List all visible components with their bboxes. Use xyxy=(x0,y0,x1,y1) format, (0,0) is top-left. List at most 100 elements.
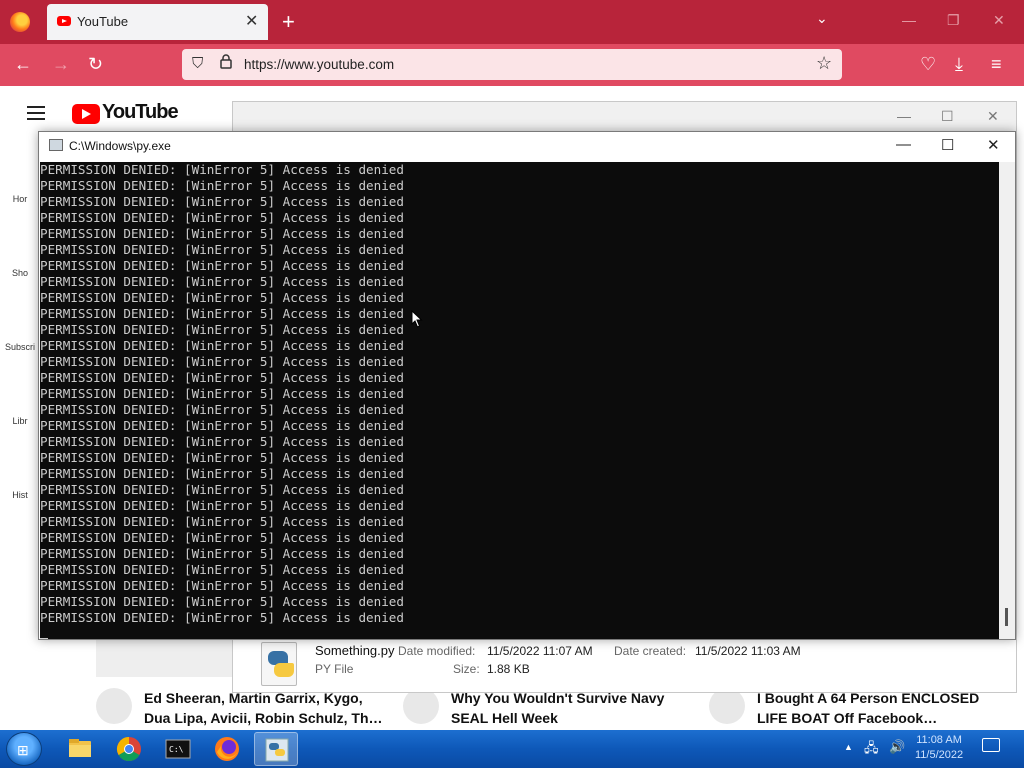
lock-icon[interactable] xyxy=(220,54,232,72)
console-line: PERMISSION DENIED: [WinError 5] Access i… xyxy=(40,210,404,225)
console-line: PERMISSION DENIED: [WinError 5] Access i… xyxy=(40,546,404,561)
console-scrollbar[interactable] xyxy=(999,162,1015,639)
date-modified-value: 11/5/2022 11:07 AM xyxy=(487,644,593,658)
file-explorer-taskbar-icon[interactable] xyxy=(58,732,102,766)
sidebar-item-library[interactable]: Libr xyxy=(0,416,40,426)
console-taskbar-icon[interactable]: C:\ xyxy=(156,732,200,766)
text-cursor xyxy=(40,638,48,639)
file-type: PY File xyxy=(315,662,354,676)
youtube-logo-icon[interactable] xyxy=(72,104,100,124)
date-modified-label: Date modified: xyxy=(398,644,476,658)
back-button[interactable]: ← xyxy=(14,54,32,75)
browser-close-button[interactable]: ✕ xyxy=(993,12,1005,29)
console-line: PERMISSION DENIED: [WinError 5] Access i… xyxy=(40,354,404,369)
url-text[interactable]: https://www.youtube.com xyxy=(244,57,394,72)
tab-list-chevron-icon[interactable]: ⌄ xyxy=(816,10,828,27)
browser-tab-bar: YouTube ✕ + ⌄ — ❐ ✕ xyxy=(0,0,1024,44)
console-line: PERMISSION DENIED: [WinError 5] Access i… xyxy=(40,338,404,353)
taskbar-clock[interactable]: 11:08 AM 11/5/2022 xyxy=(915,733,963,763)
console-line: PERMISSION DENIED: [WinError 5] Access i… xyxy=(40,418,404,433)
sidebar-item-shorts[interactable]: Sho xyxy=(0,268,40,278)
file-name: Something.py xyxy=(315,643,395,658)
console-line: PERMISSION DENIED: [WinError 5] Access i… xyxy=(40,610,404,625)
volume-icon[interactable]: 🔊 xyxy=(889,739,905,755)
video-title[interactable]: Why You Wouldn't Survive Navy SEAL Hell W… xyxy=(451,688,664,728)
browser-restore-button[interactable]: ❐ xyxy=(947,12,960,29)
console-line: PERMISSION DENIED: [WinError 5] Access i… xyxy=(40,402,404,417)
console-line: PERMISSION DENIED: [WinError 5] Access i… xyxy=(40,450,404,465)
pocket-icon[interactable]: ♡ xyxy=(920,54,936,75)
date-created-label: Date created: xyxy=(614,644,687,658)
python-taskbar-icon[interactable] xyxy=(254,732,298,766)
bookmark-star-icon[interactable]: ☆ xyxy=(816,53,832,74)
details-pane: Something.py Date modified: 11/5/2022 11… xyxy=(233,632,1016,692)
size-value: 1.88 KB xyxy=(487,662,530,676)
console-line: PERMISSION DENIED: [WinError 5] Access i… xyxy=(40,498,404,513)
youtube-favicon-icon xyxy=(57,16,71,26)
sidebar-item-home[interactable]: Hor xyxy=(0,194,40,204)
console-line: PERMISSION DENIED: [WinError 5] Access i… xyxy=(40,194,404,209)
console-line: PERMISSION DENIED: [WinError 5] Access i… xyxy=(40,226,404,241)
date-created-value: 11/5/2022 11:03 AM xyxy=(695,644,801,658)
app-menu-icon[interactable]: ≡ xyxy=(991,54,1002,75)
console-output[interactable]: PERMISSION DENIED: [WinError 5] Access i… xyxy=(40,162,999,639)
console-line: PERMISSION DENIED: [WinError 5] Access i… xyxy=(40,530,404,545)
video-thumbnail[interactable] xyxy=(96,637,236,677)
start-button[interactable]: ⊞ xyxy=(6,732,42,766)
explorer-minimize-button[interactable]: — xyxy=(897,108,911,124)
console-line: PERMISSION DENIED: [WinError 5] Access i… xyxy=(40,258,404,273)
console-line: PERMISSION DENIED: [WinError 5] Access i… xyxy=(40,370,404,385)
explorer-close-button[interactable]: ✕ xyxy=(987,108,999,125)
windows-logo-icon: ⊞ xyxy=(17,742,29,758)
console-close-button[interactable]: ✕ xyxy=(987,136,1000,154)
tab-close-button[interactable]: ✕ xyxy=(245,11,258,31)
reload-button[interactable]: ↻ xyxy=(88,54,103,75)
browser-minimize-button[interactable]: — xyxy=(902,12,916,28)
console-text: PERMISSION DENIED: [WinError 5] Access i… xyxy=(40,162,404,626)
console-line: PERMISSION DENIED: [WinError 5] Access i… xyxy=(40,274,404,289)
sidebar-item-history[interactable]: Hist xyxy=(0,490,40,500)
explorer-restore-button[interactable]: ☐ xyxy=(941,108,954,125)
console-line: PERMISSION DENIED: [WinError 5] Access i… xyxy=(40,290,404,305)
forward-button[interactable]: → xyxy=(52,54,70,75)
sidebar-item-subscriptions[interactable]: Subscri xyxy=(0,342,40,352)
size-label: Size: xyxy=(453,662,480,676)
console-line: PERMISSION DENIED: [WinError 5] Access i… xyxy=(40,578,404,593)
chrome-taskbar-icon[interactable] xyxy=(107,732,151,766)
video-title[interactable]: I Bought A 64 Person ENCLOSED LIFE BOAT O… xyxy=(757,688,979,728)
tab-title: YouTube xyxy=(77,14,129,29)
python-file-icon xyxy=(261,642,297,686)
firefox-taskbar-icon[interactable] xyxy=(205,732,249,766)
mouse-pointer-icon xyxy=(411,309,423,333)
channel-avatar[interactable] xyxy=(403,688,439,724)
console-line: PERMISSION DENIED: [WinError 5] Access i… xyxy=(40,322,404,337)
youtube-logo-text[interactable]: YouTube xyxy=(102,101,179,124)
console-line: PERMISSION DENIED: [WinError 5] Access i… xyxy=(40,562,404,577)
tab-youtube[interactable]: YouTube ✕ xyxy=(47,4,268,40)
url-bar[interactable]: ⛉ https://www.youtube.com ☆ xyxy=(182,49,842,80)
console-line: PERMISSION DENIED: [WinError 5] Access i… xyxy=(40,466,404,481)
console-line: PERMISSION DENIED: [WinError 5] Access i… xyxy=(40,306,404,321)
console-app-icon xyxy=(49,139,63,151)
clock-date: 11/5/2022 xyxy=(915,749,964,761)
console-title: C:\Windows\py.exe xyxy=(69,139,171,153)
svg-text:C:\: C:\ xyxy=(169,745,184,754)
console-maximize-button[interactable]: ☐ xyxy=(941,136,954,154)
console-line: PERMISSION DENIED: [WinError 5] Access i… xyxy=(40,514,404,529)
network-icon[interactable]: 🖧 xyxy=(864,739,879,761)
taskbar: ⊞ C:\ ▲ 🖧 🔊 11:08 AM 11/5/2022 xyxy=(0,730,1024,768)
hamburger-menu-icon[interactable] xyxy=(27,106,45,124)
clock-time: 11:08 AM xyxy=(916,734,962,746)
channel-avatar[interactable] xyxy=(709,688,745,724)
scrollbar-thumb[interactable] xyxy=(1005,608,1008,626)
channel-avatar[interactable] xyxy=(96,688,132,724)
firefox-icon[interactable] xyxy=(10,12,30,32)
show-hidden-icons-button[interactable]: ▲ xyxy=(844,742,853,752)
downloads-icon[interactable]: ⤓ xyxy=(955,54,963,75)
action-center-icon[interactable] xyxy=(982,738,1000,752)
console-line: PERMISSION DENIED: [WinError 5] Access i… xyxy=(40,162,404,177)
console-minimize-button[interactable]: — xyxy=(896,136,911,153)
video-title[interactable]: Ed Sheeran, Martin Garrix, Kygo, Dua Lipa… xyxy=(144,688,383,728)
new-tab-button[interactable]: + xyxy=(282,9,295,35)
tracking-shield-icon[interactable]: ⛉ xyxy=(192,55,203,72)
